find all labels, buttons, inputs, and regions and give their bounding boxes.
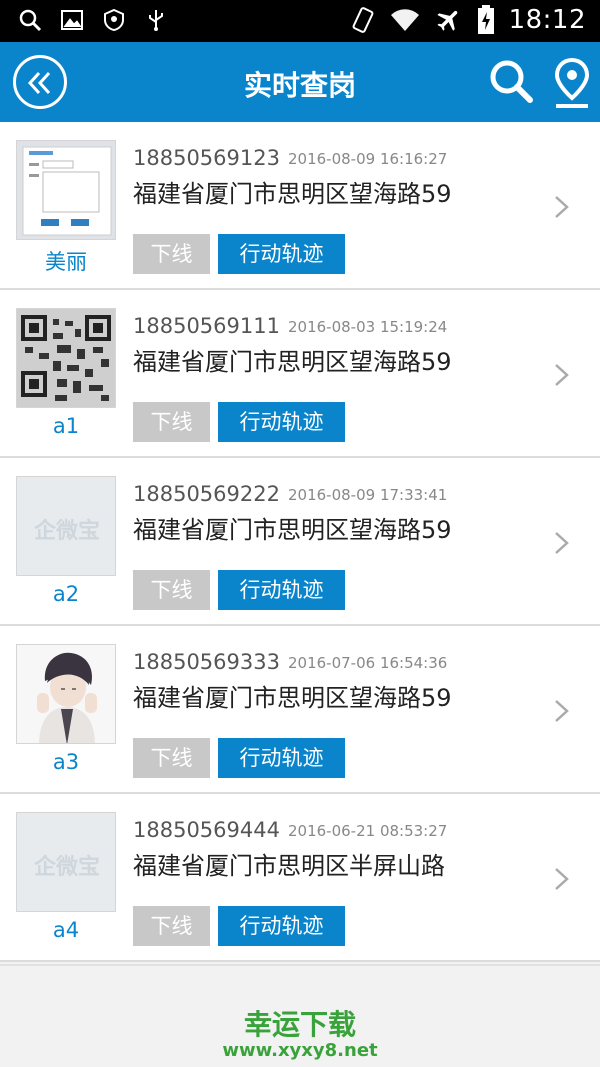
search-status-icon bbox=[19, 9, 42, 32]
offline-button[interactable]: 下线 bbox=[133, 738, 210, 778]
watermark-url: www.xyxy8.net bbox=[222, 1040, 378, 1061]
wifi-status-icon bbox=[390, 9, 419, 31]
search-icon[interactable] bbox=[488, 58, 534, 104]
employee-name: a1 bbox=[52, 414, 80, 438]
phone-number: 18850569222 bbox=[133, 482, 280, 506]
employee-name: 美丽 bbox=[45, 250, 87, 274]
usb-status-icon bbox=[149, 10, 163, 31]
anime-character-image bbox=[17, 645, 115, 743]
address: 福建省厦门市思明区望海路59 bbox=[133, 180, 452, 208]
chevron-right-icon[interactable] bbox=[553, 530, 571, 556]
location-pin-icon[interactable] bbox=[552, 56, 592, 110]
address: 福建省厦门市思明区半屏山路 bbox=[133, 852, 445, 880]
address: 福建省厦门市思明区望海路59 bbox=[133, 684, 452, 712]
chevron-right-icon[interactable] bbox=[553, 698, 571, 724]
qr-code-image bbox=[17, 309, 115, 407]
avatar: 企微宝 bbox=[16, 476, 116, 576]
track-button[interactable]: 行动轨迹 bbox=[218, 234, 345, 274]
battery-status-icon bbox=[477, 5, 494, 34]
timestamp: 2016-08-03 15:19:24 bbox=[288, 318, 448, 336]
track-button[interactable]: 行动轨迹 bbox=[218, 738, 345, 778]
address: 福建省厦门市思明区望海路59 bbox=[133, 348, 452, 376]
list-item[interactable]: 美丽 18850569123 2016-08-09 16:16:27 福建省厦门… bbox=[0, 122, 600, 290]
timestamp: 2016-08-09 16:16:27 bbox=[288, 150, 448, 168]
image-status-icon bbox=[61, 10, 83, 30]
employee-name: a4 bbox=[52, 918, 80, 942]
app-header: 实时查岗 bbox=[0, 42, 600, 122]
chevron-right-icon[interactable] bbox=[553, 194, 571, 220]
status-bar: 18:12 bbox=[0, 0, 600, 42]
track-button[interactable]: 行动轨迹 bbox=[218, 402, 345, 442]
track-button[interactable]: 行动轨迹 bbox=[218, 906, 345, 946]
timestamp: 2016-06-21 08:53:27 bbox=[288, 822, 448, 840]
phone-number: 18850569444 bbox=[133, 818, 280, 842]
offline-button[interactable]: 下线 bbox=[133, 570, 210, 610]
track-button[interactable]: 行动轨迹 bbox=[218, 570, 345, 610]
offline-button[interactable]: 下线 bbox=[133, 234, 210, 274]
avatar bbox=[16, 644, 116, 744]
form-screenshot-image bbox=[22, 146, 112, 236]
offline-button[interactable]: 下线 bbox=[133, 906, 210, 946]
airplane-status-icon bbox=[437, 10, 457, 31]
list-item[interactable]: a1 18850569111 2016-08-03 15:19:24 福建省厦门… bbox=[0, 290, 600, 458]
list-item[interactable]: a3 18850569333 2016-07-06 16:54:36 福建省厦门… bbox=[0, 626, 600, 794]
timestamp: 2016-08-09 17:33:41 bbox=[288, 486, 448, 504]
phone-number: 18850569111 bbox=[133, 314, 280, 338]
timestamp: 2016-07-06 16:54:36 bbox=[288, 654, 448, 672]
placeholder-logo-text: 企微宝 bbox=[33, 855, 100, 880]
chevron-right-icon[interactable] bbox=[553, 866, 571, 892]
status-time: 18:12 bbox=[508, 5, 586, 35]
employee-name: a3 bbox=[52, 750, 80, 774]
employee-name: a2 bbox=[52, 582, 80, 606]
address: 福建省厦门市思明区望海路59 bbox=[133, 516, 452, 544]
avatar bbox=[16, 140, 116, 240]
avatar: 企微宝 bbox=[16, 812, 116, 912]
offline-button[interactable]: 下线 bbox=[133, 402, 210, 442]
watermark-title: 幸运下载 bbox=[243, 1008, 356, 1041]
avatar bbox=[16, 308, 116, 408]
footer-watermark: 幸运下载 www.xyxy8.net bbox=[0, 964, 600, 1067]
shield-status-icon bbox=[104, 8, 124, 32]
phone-number: 18850569333 bbox=[133, 650, 280, 674]
chevron-right-icon[interactable] bbox=[553, 362, 571, 388]
vibrate-status-icon bbox=[352, 7, 373, 33]
list-item[interactable]: 企微宝 a4 18850569444 2016-06-21 08:53:27 福… bbox=[0, 794, 600, 962]
phone-number: 18850569123 bbox=[133, 146, 280, 170]
employee-list: 美丽 18850569123 2016-08-09 16:16:27 福建省厦门… bbox=[0, 122, 600, 962]
list-item[interactable]: 企微宝 a2 18850569222 2016-08-09 17:33:41 福… bbox=[0, 458, 600, 626]
placeholder-logo-text: 企微宝 bbox=[33, 519, 100, 544]
